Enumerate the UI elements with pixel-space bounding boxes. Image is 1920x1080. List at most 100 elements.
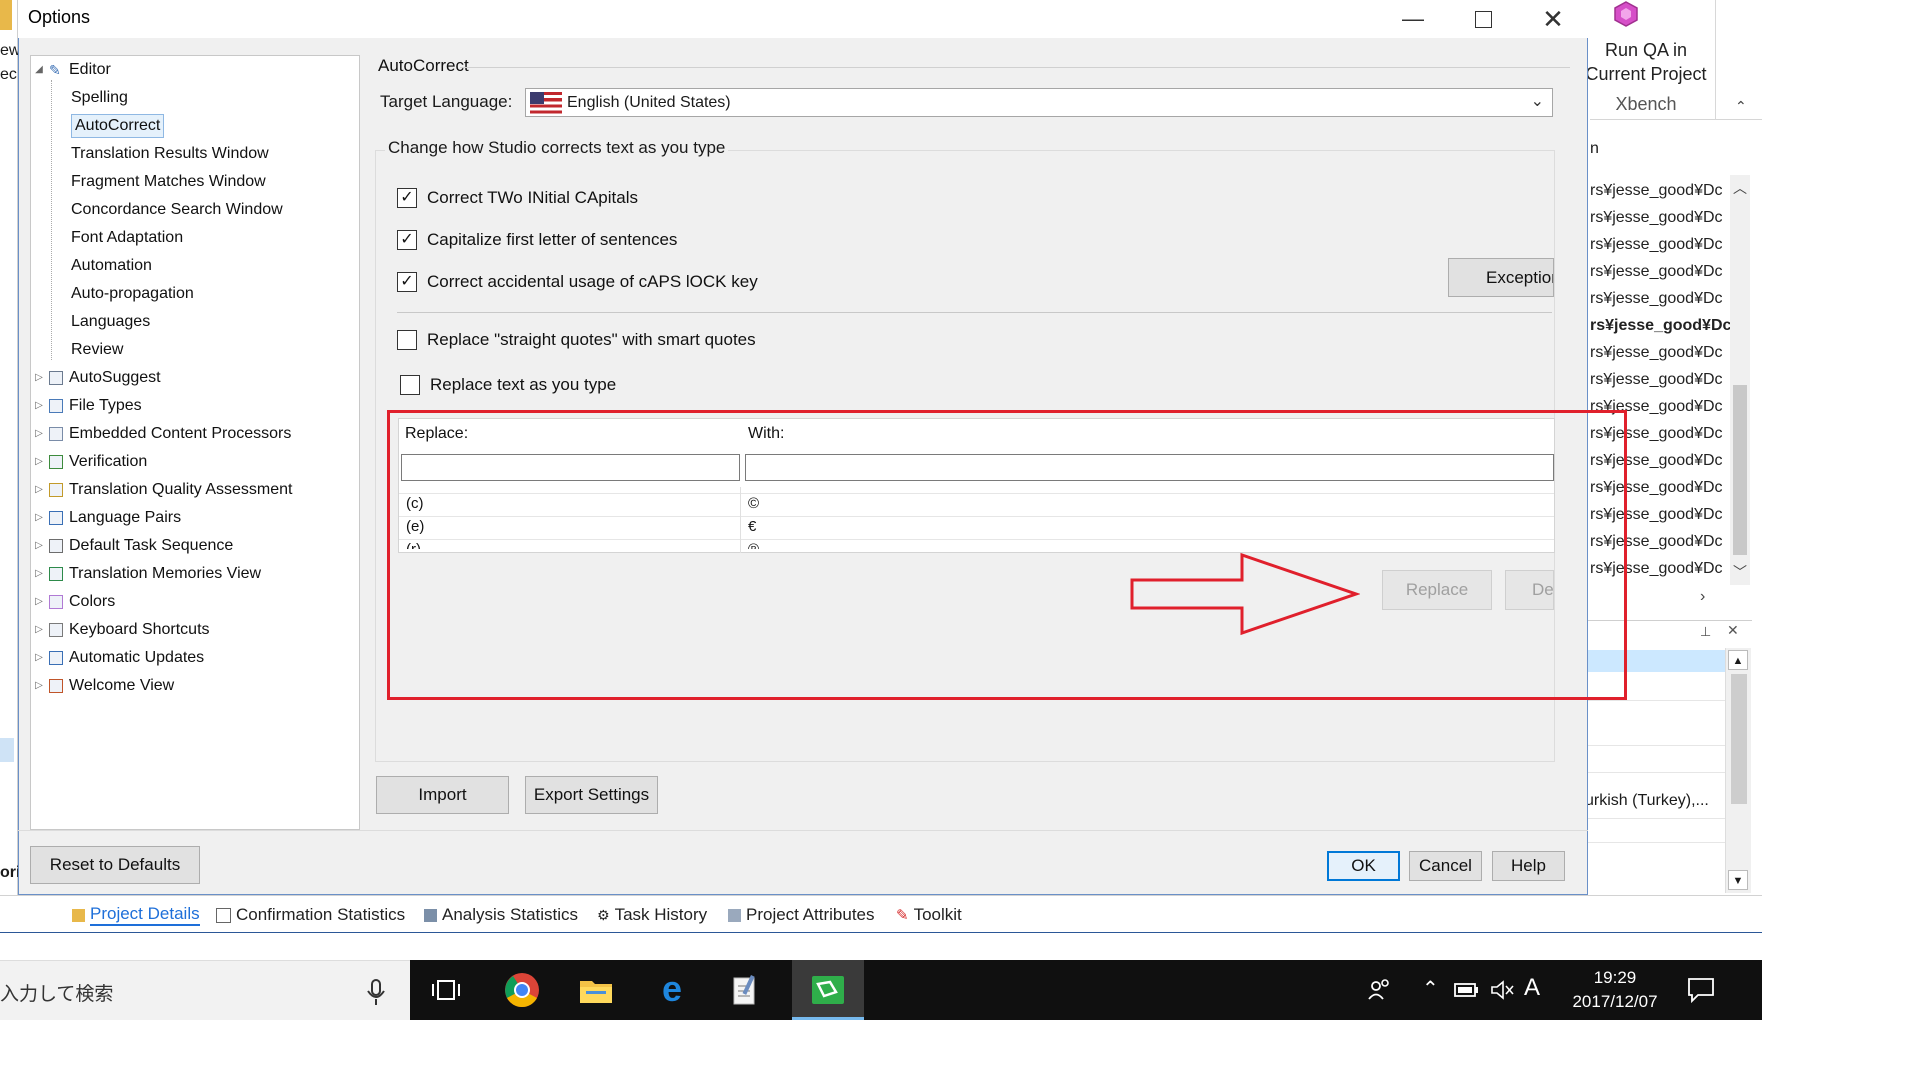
tree-item-automation[interactable]: Automation [33,252,353,280]
taskbar-search-box[interactable]: 入力して検索 [0,960,410,1020]
tree-item-welcome-view[interactable]: ▷ Welcome View [33,672,353,700]
tree-item-colors[interactable]: ▷ Colors [33,588,353,616]
import-button[interactable]: Import [376,776,509,814]
chrome-icon[interactable] [500,970,544,1010]
tab-task-history[interactable]: ⚙ Task History [597,904,707,926]
show-hidden-icons-icon[interactable]: ⌃ [1422,976,1439,1001]
tree-item-translation-quality-assessment[interactable]: ▷ Translation Quality Assessment [33,476,353,504]
tab-project-details[interactable]: Project Details [72,904,200,926]
target-language-select[interactable]: English (United States) ⌄ [525,88,1553,117]
checkbox-checked[interactable]: ✓ [397,272,417,292]
action-center-icon[interactable] [1686,976,1716,1004]
bg-list-row[interactable]: rs¥jesse_good¥Dc [1590,182,1730,206]
tree-item-verification[interactable]: ▷ Verification [33,448,353,476]
tree-item-autosuggest[interactable]: ▷ AutoSuggest [33,364,353,392]
bg-list-row[interactable]: rs¥jesse_good¥Dc [1590,344,1730,368]
tree-expand-icon[interactable]: ▷ [33,560,45,588]
scroll-down-icon[interactable]: ▼ [1728,870,1748,890]
tree-collapse-icon[interactable]: ◢ [33,56,45,84]
notepad-icon[interactable] [722,970,766,1010]
ribbon-collapse-icon[interactable]: ⌃ [1735,98,1747,115]
tree-item-languages[interactable]: Languages [33,308,353,336]
tree-expand-icon[interactable]: ▷ [33,476,45,504]
tree-item-review[interactable]: Review [33,336,353,364]
option-capitalize-first[interactable]: ✓ Capitalize first letter of sentences [397,230,677,250]
bg-list-row[interactable]: rs¥jesse_good¥Dc [1590,209,1730,233]
tree-expand-icon[interactable]: ▷ [33,420,45,448]
tree-item-fragment-matches-window[interactable]: Fragment Matches Window [33,168,353,196]
tree-item-auto-propagation[interactable]: Auto-propagation [33,280,353,308]
option-replace-text[interactable]: Replace text as you type [400,375,616,395]
checkbox-unchecked[interactable] [397,330,417,350]
checkbox-checked[interactable]: ✓ [397,188,417,208]
minimize-button[interactable]: — [1378,0,1448,38]
trados-studio-icon[interactable] [806,970,850,1010]
scroll-up-icon[interactable]: ︿ [1733,178,1747,198]
option-smart-quotes[interactable]: Replace "straight quotes" with smart quo… [397,330,756,350]
tree-expand-icon[interactable]: ▷ [33,616,45,644]
tab-confirmation-statistics[interactable]: Confirmation Statistics [216,904,405,926]
ok-button[interactable]: OK [1327,851,1400,881]
bg-list-row[interactable]: rs¥jesse_good¥Dc [1590,236,1730,260]
bg-list-row[interactable]: rs¥jesse_good¥Dc [1590,317,1730,341]
tree-item-automatic-updates[interactable]: ▷ Automatic Updates [33,644,353,672]
tree-item-font-adaptation[interactable]: Font Adaptation [33,224,353,252]
tree-expand-icon[interactable]: ▷ [33,448,45,476]
people-icon[interactable] [1358,970,1402,1010]
tree-expand-icon[interactable]: ▷ [33,672,45,700]
tree-item-translation-memories-view[interactable]: ▷ Translation Memories View [33,560,353,588]
tree-expand-icon[interactable]: ▷ [33,588,45,616]
checkbox-unchecked[interactable] [400,375,420,395]
tree-item-embedded-content-processors[interactable]: ▷ Embedded Content Processors [33,420,353,448]
panel-close-icon[interactable]: ✕ [1727,622,1739,639]
bg-list-row[interactable]: rs¥jesse_good¥Dc [1590,290,1730,314]
tree-item-concordance-search-window[interactable]: Concordance Search Window [33,196,353,224]
volume-muted-icon[interactable] [1490,978,1516,1002]
xbench-qa-icon[interactable] [1612,0,1640,28]
tree-expand-icon[interactable]: ▷ [33,532,45,560]
scroll-down-icon[interactable]: ﹀ [1733,562,1747,582]
tree-item-autocorrect[interactable]: AutoCorrect [33,112,353,140]
bg-list-row[interactable]: rs¥jesse_good¥Dc [1590,371,1730,395]
clock-time[interactable]: 19:29 [1560,968,1670,988]
help-button[interactable]: Help [1492,851,1565,881]
exceptions-button[interactable]: Exceptions... [1448,258,1554,297]
dialog-titlebar[interactable] [18,0,1588,38]
tree-expand-icon[interactable]: ▷ [33,392,45,420]
tree-item-language-pairs[interactable]: ▷ Language Pairs [33,504,353,532]
microphone-icon[interactable] [364,977,388,1007]
tree-expand-icon[interactable]: ▷ [33,644,45,672]
pin-icon[interactable]: ⊥ [1700,624,1711,640]
tree-expand-icon[interactable]: ▷ [33,364,45,392]
file-explorer-icon[interactable] [574,970,618,1010]
bg-panel2-scroll-thumb[interactable] [1731,674,1747,804]
tree-item-editor[interactable]: ◢ ✎ Editor [33,56,353,84]
ime-indicator[interactable]: A [1524,974,1540,1002]
clock-date[interactable]: 2017/12/07 [1560,992,1670,1012]
task-view-icon[interactable] [424,970,468,1010]
tree-item-translation-results-window[interactable]: Translation Results Window [33,140,353,168]
option-caps-lock[interactable]: ✓ Correct accidental usage of cAPS lOCK … [397,272,758,292]
scroll-right-icon[interactable]: › [1700,588,1705,606]
option-two-initials[interactable]: ✓ Correct TWo INitial CApitals [397,188,638,208]
tree-item-file-types[interactable]: ▷ File Types [33,392,353,420]
tab-toolkit[interactable]: ✎ Toolkit [896,904,962,926]
edge-icon[interactable]: e [650,970,694,1010]
cancel-button[interactable]: Cancel [1409,851,1482,881]
maximize-button[interactable] [1448,0,1518,38]
tree-item-keyboard-shortcuts[interactable]: ▷ Keyboard Shortcuts [33,616,353,644]
bg-list-scroll-thumb[interactable] [1733,385,1747,555]
tree-item-spelling[interactable]: Spelling [33,84,353,112]
attributes-icon [728,908,741,922]
reset-to-defaults-button[interactable]: Reset to Defaults [30,846,200,884]
bg-list-row[interactable]: rs¥jesse_good¥Dc [1590,263,1730,287]
battery-icon[interactable] [1452,978,1482,1002]
tree-item-default-task-sequence[interactable]: ▷ Default Task Sequence [33,532,353,560]
tab-analysis-statistics[interactable]: Analysis Statistics [424,904,578,926]
close-button[interactable]: ✕ [1518,0,1588,38]
checkbox-checked[interactable]: ✓ [397,230,417,250]
export-settings-button[interactable]: Export Settings [525,776,658,814]
tab-project-attributes[interactable]: Project Attributes [728,904,875,926]
tree-expand-icon[interactable]: ▷ [33,504,45,532]
scroll-up-icon[interactable]: ▲ [1728,650,1748,670]
